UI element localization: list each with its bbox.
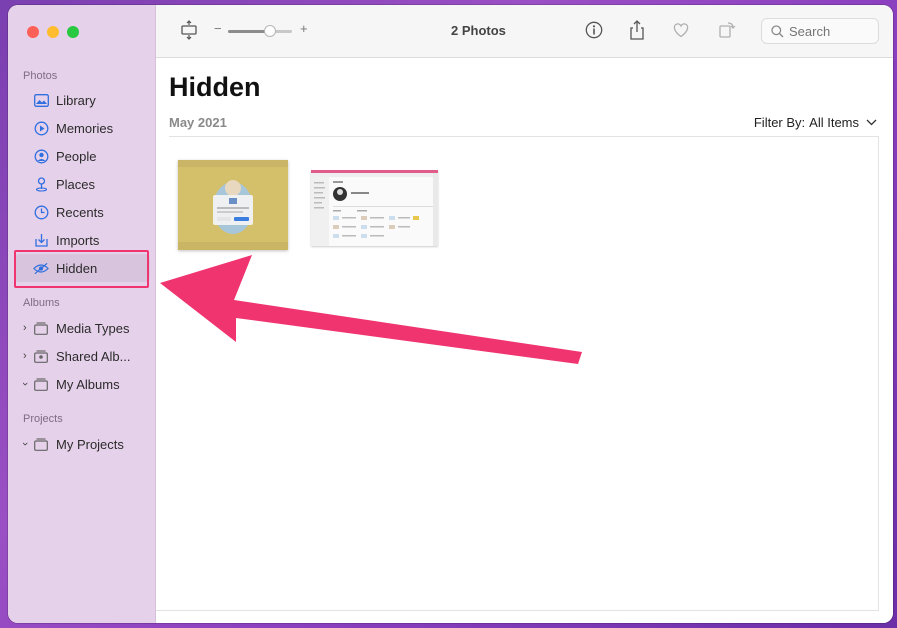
aspect-toggle-icon[interactable] [178,19,200,41]
sidebar-item-library[interactable]: Library [14,86,150,114]
shared-album-icon [33,348,49,364]
divider [878,136,879,611]
section-label-projects: Projects [23,413,63,425]
sidebar-item-label: Imports [56,232,100,248]
sidebar-item-my-projects[interactable]: › My Projects [14,430,150,458]
sidebar: Photos Library Memories People Places Re… [8,5,156,623]
sidebar-item-label: My Albums [56,376,120,392]
sidebar-item-places[interactable]: Places [14,170,150,198]
slider-fill [228,30,268,33]
chevron-down-icon[interactable]: › [19,442,31,446]
zoom-slider[interactable]: − + [212,21,308,38]
close-button[interactable] [27,26,39,38]
album-icon [33,320,49,336]
highlight-box [14,250,149,288]
library-icon [33,92,49,108]
page-title: Hidden [169,72,261,102]
memories-icon [33,120,49,136]
photos-window: Photos Library Memories People Places Re… [8,5,893,623]
search-field[interactable] [761,18,879,44]
album-icon [33,436,49,452]
places-icon [33,176,49,192]
divider [169,136,879,137]
search-icon [771,24,784,38]
sidebar-item-label: Shared Alb... [56,348,131,364]
search-input[interactable] [789,23,874,39]
zoom-button[interactable] [67,26,79,38]
sidebar-item-label: Memories [56,120,114,136]
zoom-plus-label: + [300,21,308,36]
people-icon [33,148,49,164]
clock-icon [33,204,49,220]
sidebar-item-people[interactable]: People [14,142,150,170]
sidebar-item-label: Recents [56,204,104,220]
sidebar-item-label: People [56,148,97,164]
main-content: Hidden May 2021 Filter By: All Items [156,58,893,623]
sidebar-item-media-types[interactable]: › Media Types [14,314,150,342]
share-icon[interactable] [626,19,648,41]
section-label-albums: Albums [23,297,60,309]
info-icon[interactable] [583,19,605,41]
date-header: May 2021 [169,115,227,130]
zoom-minus-label: − [214,21,222,36]
import-icon [33,232,49,248]
chevron-down-icon [866,119,877,126]
sidebar-item-recents[interactable]: Recents [14,198,150,226]
divider [156,610,879,611]
toolbar: − + 2 Photos [156,5,893,58]
minimize-button[interactable] [47,26,59,38]
sidebar-item-my-albums[interactable]: › My Albums [14,370,150,398]
sidebar-item-memories[interactable]: Memories [14,114,150,142]
album-icon [33,376,49,392]
sidebar-item-label: Media Types [56,320,130,336]
filter-menu[interactable]: Filter By: All Items [754,115,877,130]
sidebar-item-label: My Projects [56,436,124,452]
filter-label: Filter By: [753,115,806,130]
chevron-right-icon[interactable]: › [23,322,27,334]
rotate-icon[interactable] [716,19,738,41]
sidebar-item-shared-albums[interactable]: › Shared Alb... [14,342,150,370]
slider-knob[interactable] [264,25,276,37]
photo-count: 2 Photos [451,23,506,38]
sidebar-item-label: Places [56,176,96,192]
photo-thumbnail[interactable] [311,170,438,246]
filter-value: All Items [809,115,859,130]
heart-icon[interactable] [670,19,692,41]
chevron-down-icon[interactable]: › [19,382,31,386]
chevron-right-icon[interactable]: › [23,350,27,362]
sidebar-item-label: Library [56,92,96,108]
photo-thumbnail[interactable] [178,160,288,250]
section-label-photos: Photos [23,70,58,82]
traffic-lights [27,26,79,38]
